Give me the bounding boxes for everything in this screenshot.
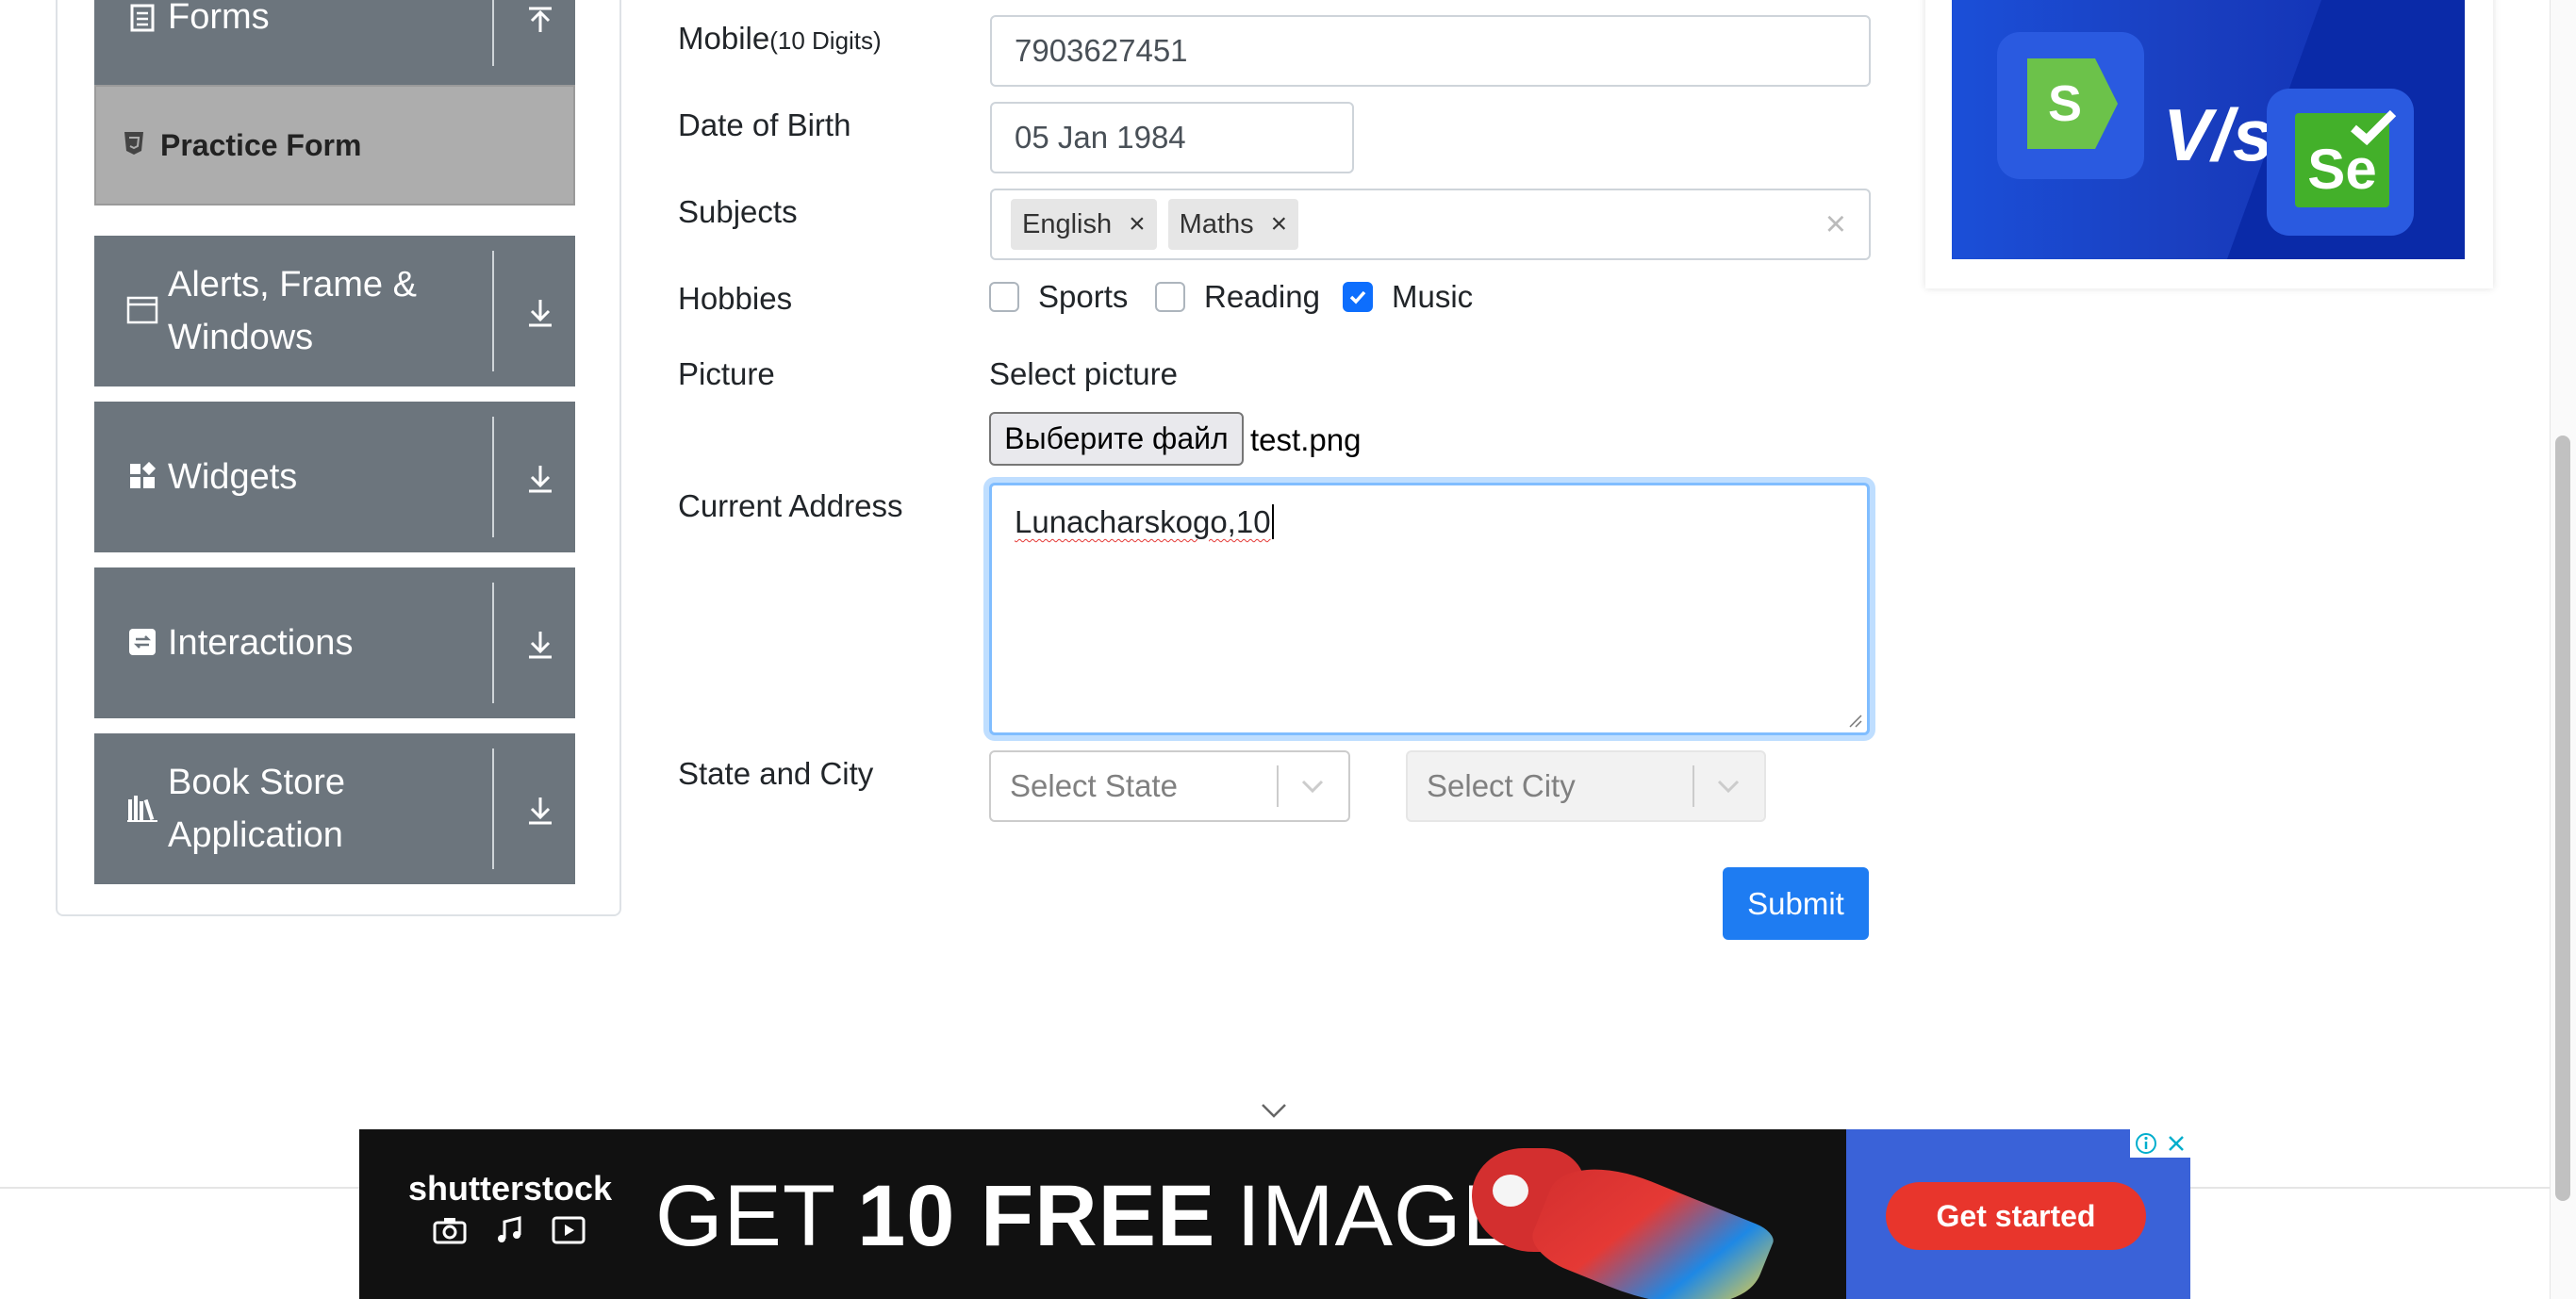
remove-tag-icon[interactable]: × [1129, 208, 1146, 240]
mobile-label: Mobile(10 Digits) [678, 21, 882, 57]
divider [492, 583, 494, 703]
html5-icon [123, 130, 145, 161]
resize-handle-icon [1849, 715, 1862, 728]
mobile-hint: (10 Digits) [769, 26, 882, 55]
sidebar-group-label: Interactions [168, 623, 354, 663]
ad-brand: shutterstock [408, 1169, 613, 1208]
expand-down-icon[interactable] [517, 288, 564, 336]
divider [492, 748, 494, 869]
clear-all-icon[interactable]: × [1825, 205, 1846, 245]
mobile-value: 7903627451 [1015, 33, 1188, 68]
scrollbar-thumb[interactable] [2555, 436, 2570, 1201]
subjects-input[interactable]: English × Maths × × [990, 189, 1871, 260]
city-select[interactable]: Select City [1406, 750, 1766, 822]
sidebar-item-label: Practice Form [160, 127, 362, 162]
picture-label: Picture [678, 356, 775, 391]
checkmark-icon [1349, 290, 1366, 304]
parrot-image [1472, 1147, 1777, 1299]
ad-headline-part: GET [655, 1168, 837, 1264]
sidebar-group-forms[interactable]: Forms [94, 0, 575, 85]
state-city-label: State and City [678, 756, 874, 791]
hobby-reading[interactable]: Reading [1155, 279, 1320, 315]
widgets-icon [126, 460, 158, 492]
ad-controls [2130, 1129, 2190, 1158]
divider [492, 417, 494, 537]
ad-cta-button[interactable]: Get started [1886, 1182, 2146, 1250]
camera-icon [433, 1218, 467, 1244]
file-name: test.png [1250, 422, 1362, 457]
hobby-sports[interactable]: Sports [989, 279, 1128, 315]
music-note-icon [498, 1216, 521, 1242]
hobby-label: Sports [1038, 279, 1129, 314]
checkmark-icon [2351, 109, 2397, 145]
interactions-icon [126, 626, 158, 658]
ad-media-icons [433, 1216, 586, 1244]
dob-input[interactable]: 05 Jan 1984 [990, 102, 1354, 173]
sidebar-group-interactions[interactable]: Interactions [94, 567, 575, 718]
subject-tag: English × [1011, 199, 1157, 250]
window-icon [126, 294, 158, 326]
chevron-down-icon[interactable] [1261, 1103, 1287, 1120]
ad-banner-top[interactable]: S V/s Se [1952, 0, 2465, 259]
sidebar-group-bookstore[interactable]: Book Store Application [94, 733, 575, 884]
hobby-label: Reading [1204, 279, 1320, 314]
books-icon [126, 792, 158, 824]
expand-down-icon[interactable] [517, 454, 564, 502]
sports-checkbox[interactable] [989, 282, 1019, 312]
music-checkbox[interactable] [1343, 282, 1373, 312]
sidebar-group-label: Forms [168, 0, 270, 37]
subject-tag-label: Maths [1179, 208, 1254, 239]
divider [1277, 765, 1279, 807]
sidebar-group-alerts[interactable]: Alerts, Frame & Windows [94, 236, 575, 386]
choose-file-button[interactable]: Выберите файл [989, 412, 1244, 466]
sidebar-group-label: Widgets [168, 457, 298, 497]
divider [492, 0, 494, 66]
remove-tag-icon[interactable]: × [1271, 208, 1288, 240]
dob-label: Date of Birth [678, 107, 851, 142]
video-play-icon [552, 1216, 586, 1244]
expand-down-icon[interactable] [517, 620, 564, 667]
mobile-label-text: Mobile [678, 21, 770, 56]
versus-text: V/s [2163, 93, 2274, 176]
ad-headline: GET 10 FREE IMAGES [655, 1167, 1579, 1266]
current-address-textarea[interactable]: Lunacharskogo,10 [989, 483, 1870, 735]
expand-down-icon[interactable] [517, 786, 564, 833]
select-picture-label: Select picture [989, 356, 1178, 391]
subject-tag: Maths × [1167, 199, 1299, 250]
address-label: Current Address [678, 488, 903, 523]
ad-headline-part: 10 FREE [857, 1168, 1216, 1264]
sidebar-group-label: Alerts, Frame & Windows [168, 265, 417, 357]
chevron-down-icon [1294, 767, 1331, 805]
submit-button[interactable]: Submit [1723, 867, 1869, 940]
state-placeholder: Select State [1010, 768, 1178, 803]
sidebar-group-label: Book Store Application [168, 763, 345, 855]
document-icon [126, 2, 158, 34]
subjects-label: Subjects [678, 194, 798, 229]
text-caret [1271, 504, 1274, 539]
dob-value: 05 Jan 1984 [1015, 120, 1186, 155]
subject-tag-label: English [1022, 208, 1113, 239]
divider [1693, 765, 1694, 807]
hobby-label: Music [1392, 279, 1474, 314]
address-value: Lunacharskogo,10 [1015, 504, 1271, 539]
hobby-music[interactable]: Music [1343, 279, 1473, 315]
reading-checkbox[interactable] [1155, 282, 1185, 312]
state-select[interactable]: Select State [989, 750, 1350, 822]
sidebar-item-practice-form[interactable]: Practice Form [94, 85, 575, 206]
ad-close-icon[interactable] [2166, 1133, 2187, 1154]
ad-banner-bottom[interactable]: shutterstock GET 10 FREE IMAGES Get star… [359, 1129, 2190, 1299]
chevron-down-icon [1709, 767, 1747, 805]
divider [492, 251, 494, 371]
mobile-input[interactable]: 7903627451 [990, 15, 1871, 87]
collapse-up-icon[interactable] [517, 0, 564, 45]
city-placeholder: Select City [1427, 768, 1576, 803]
hobbies-label: Hobbies [678, 281, 793, 316]
sidebar-group-widgets[interactable]: Widgets [94, 402, 575, 552]
ad-info-icon[interactable] [2135, 1132, 2157, 1155]
